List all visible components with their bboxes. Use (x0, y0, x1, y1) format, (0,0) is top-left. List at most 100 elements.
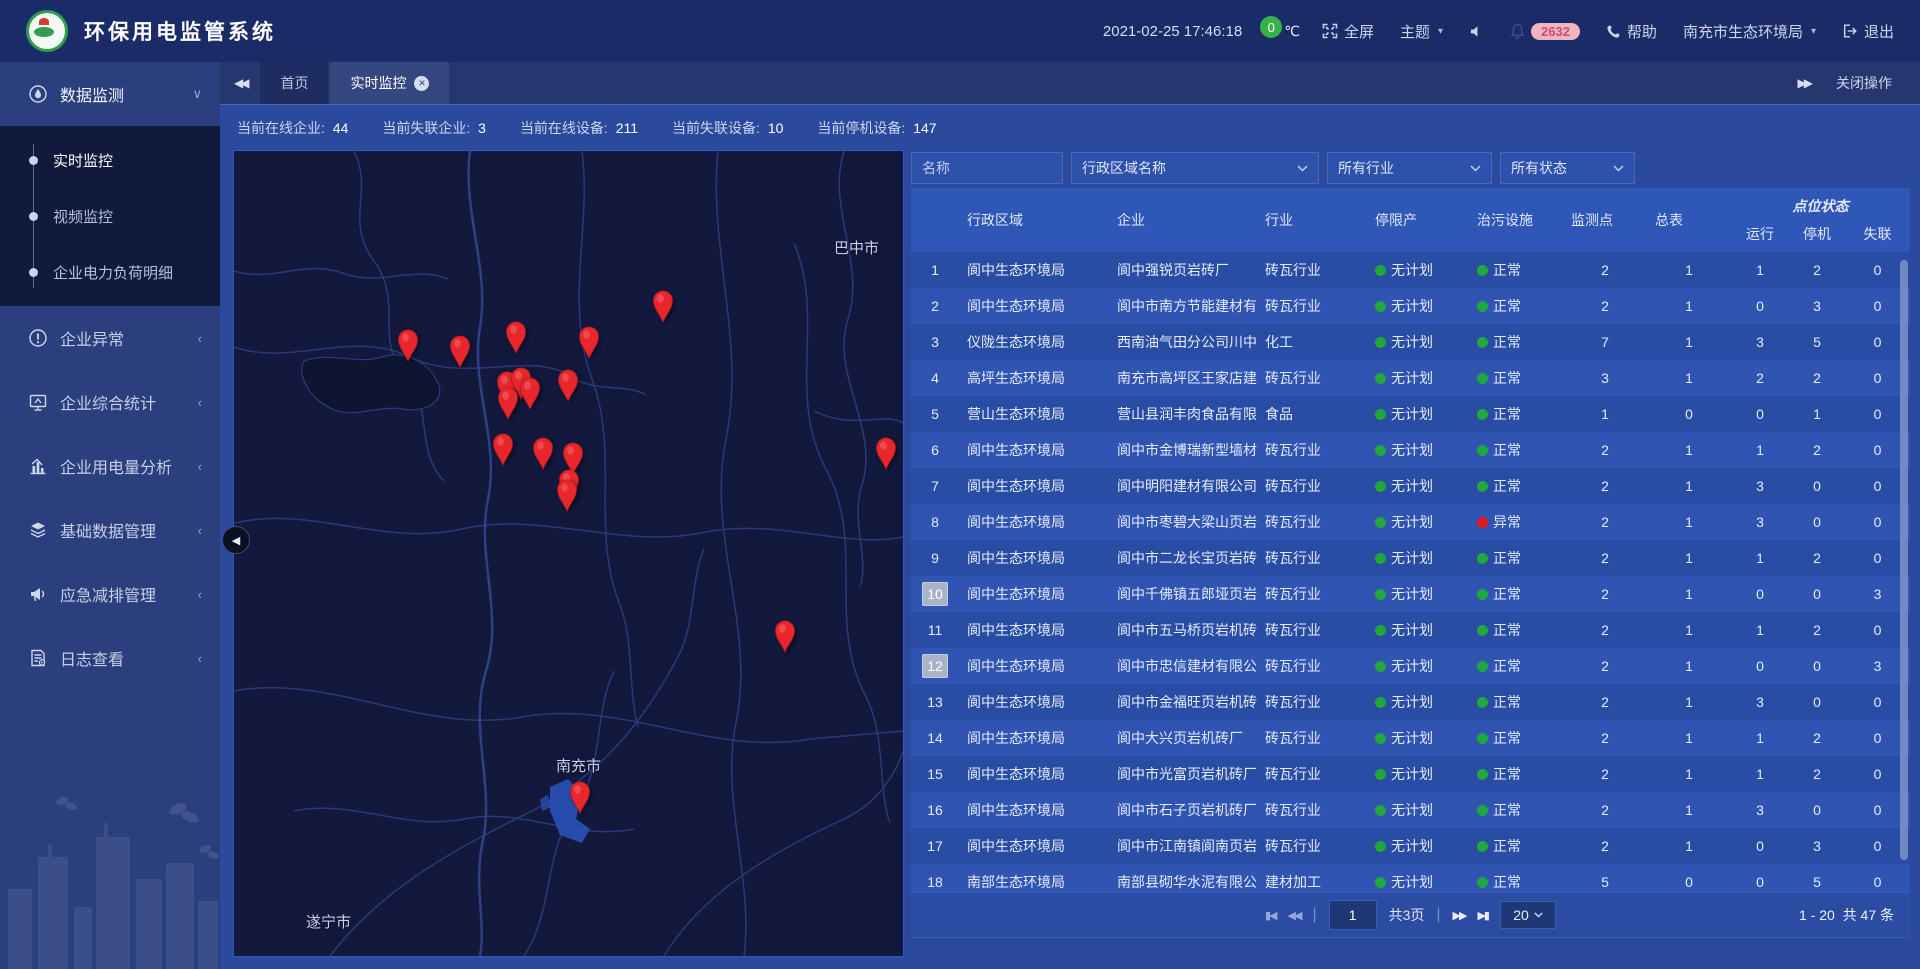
cell-treatment-status: 正常 (1493, 442, 1521, 458)
cell-company: 阆中大兴页岩机砖厂 (1109, 728, 1257, 748)
table-row[interactable]: 3 仪陇生态环境局 西南油气田分公司川中 化工 无计划 正常 7 1 3 5 0 (911, 324, 1910, 360)
sidebar-subitem[interactable]: 企业电力负荷明细 (0, 244, 220, 300)
sidebar-subitem[interactable]: 视频监控 (0, 188, 220, 244)
total-pages-label: 共3页 (1389, 905, 1425, 925)
table-row[interactable]: 16 阆中生态环境局 阆中市石子页岩机砖厂 砖瓦行业 无计划 正常 2 1 3 … (911, 792, 1910, 828)
cell-limit-status: 无计划 (1391, 298, 1433, 314)
table-row[interactable]: 9 阆中生态环境局 阆中市二龙长宝页岩砖 砖瓦行业 无计划 正常 2 1 1 2… (911, 540, 1910, 576)
cell-company: 阆中明阳建材有限公司 (1109, 476, 1257, 496)
map-marker-pin[interactable] (576, 325, 602, 359)
sidebar-group-header[interactable]: 应急减排管理 ‹ (0, 562, 220, 626)
tab-home[interactable]: 首页 (260, 62, 328, 104)
sidebar-group-header[interactable]: 企业综合统计 ‹ (0, 370, 220, 434)
logout-button[interactable]: 退出 (1842, 21, 1894, 42)
map-marker-pin[interactable] (447, 334, 473, 368)
mute-button[interactable] (1469, 24, 1484, 39)
cell-industry: 砖瓦行业 (1257, 476, 1367, 496)
treatment-status-dot (1477, 805, 1488, 816)
map-collapse-button[interactable]: ◀ (222, 526, 250, 554)
sidebar-group-header[interactable]: 日志查看 ‹ (0, 626, 220, 690)
stats-board-icon (28, 392, 48, 412)
sidebar-group-header[interactable]: 基础数据管理 ‹ (0, 498, 220, 562)
cell-treatment-status: 正常 (1493, 334, 1521, 350)
prev-page-button[interactable]: ◀◀ (1288, 909, 1301, 922)
sidebar-subitem[interactable]: 实时监控 (0, 132, 220, 188)
table-row[interactable]: 14 阆中生态环境局 阆中大兴页岩机砖厂 砖瓦行业 无计划 正常 2 1 1 2… (911, 720, 1910, 756)
map-marker-pin[interactable] (567, 780, 593, 814)
map-marker-pin[interactable] (772, 619, 798, 653)
region-select[interactable]: 行政区域名称 (1071, 152, 1319, 184)
status-select[interactable]: 所有状态 (1500, 152, 1635, 184)
map-marker-pin[interactable] (530, 436, 556, 470)
tabs-scroll-left-button[interactable]: ◀◀ (220, 62, 260, 104)
map-marker-pin[interactable] (490, 432, 516, 466)
treatment-status-dot (1477, 301, 1488, 312)
help-button[interactable]: 帮助 (1606, 21, 1657, 42)
cell-region: 阆中生态环境局 (959, 836, 1109, 856)
sidebar-group-header[interactable]: 数据监测 ∨ (0, 62, 220, 126)
page-number-input[interactable] (1329, 900, 1377, 930)
cell-meters: 1 (1647, 838, 1731, 854)
cell-points: 2 (1563, 586, 1647, 602)
bar-chart-icon (28, 456, 48, 476)
pagination-bar: ▮◀ ◀◀ | 共3页 | ▶▶ ▶▮ 20 1 - 20 共 47 条 (911, 892, 1910, 938)
limit-status-dot (1375, 877, 1386, 888)
bullet-dot-icon (29, 212, 38, 221)
map-marker-pin[interactable] (495, 386, 521, 420)
table-row[interactable]: 10 阆中生态环境局 阆中千佛镇五郎垭页岩 砖瓦行业 无计划 正常 2 1 0 … (911, 576, 1910, 612)
limit-status-dot (1375, 733, 1386, 744)
table-row[interactable]: 15 阆中生态环境局 阆中市光富页岩机砖厂 砖瓦行业 无计划 正常 2 1 1 … (911, 756, 1910, 792)
theme-menu[interactable]: 主题▾ (1400, 21, 1443, 42)
name-search-input[interactable] (911, 152, 1063, 184)
map-marker-pin[interactable] (873, 436, 899, 470)
map-marker-pin[interactable] (395, 328, 421, 362)
table-row[interactable]: 2 阆中生态环境局 阆中市南方节能建材有 砖瓦行业 无计划 正常 2 1 0 3… (911, 288, 1910, 324)
tab-close-icon[interactable]: ✕ (414, 76, 429, 91)
limit-status-dot (1375, 661, 1386, 672)
table-row[interactable]: 4 高坪生态环境局 南充市高坪区王家店建 砖瓦行业 无计划 正常 3 1 2 2… (911, 360, 1910, 396)
chevron-icon: ‹ (198, 331, 202, 346)
map-marker-pin[interactable] (554, 478, 580, 512)
map-marker-pin[interactable] (555, 368, 581, 402)
sidebar-group-header[interactable]: 企业用电量分析 ‹ (0, 434, 220, 498)
map-marker-pin[interactable] (650, 289, 676, 323)
table-row[interactable]: 11 阆中生态环境局 阆中市五马桥页岩机砖 砖瓦行业 无计划 正常 2 1 1 … (911, 612, 1910, 648)
table-row[interactable]: 12 阆中生态环境局 阆中市忠信建材有限公 砖瓦行业 无计划 正常 2 1 0 … (911, 648, 1910, 684)
table-row[interactable]: 6 阆中生态环境局 阆中市金博瑞新型墙材 砖瓦行业 无计划 正常 2 1 1 2… (911, 432, 1910, 468)
notifications[interactable]: 2632 (1510, 23, 1580, 40)
table-row[interactable]: 7 阆中生态环境局 阆中明阳建材有限公司 砖瓦行业 无计划 正常 2 1 3 0… (911, 468, 1910, 504)
industry-select[interactable]: 所有行业 (1327, 152, 1492, 184)
table-row[interactable]: 5 营山生态环境局 营山县润丰肉食品有限 食品 无计划 正常 1 0 0 1 0 (911, 396, 1910, 432)
row-index: 10 (922, 582, 948, 606)
first-page-button[interactable]: ▮◀ (1265, 909, 1276, 922)
map-panel[interactable]: 巴中市南充市遂宁市 ◀ (233, 150, 904, 957)
next-page-button[interactable]: ▶▶ (1453, 909, 1466, 922)
cell-stopped: 2 (1789, 262, 1845, 278)
table-row[interactable]: 18 南部生态环境局 南部县砌华水泥有限公 建材加工 无计划 正常 5 0 0 … (911, 864, 1910, 892)
tabs-scroll-right-button[interactable]: ▶▶ (1798, 76, 1810, 90)
page-size-select[interactable]: 20 (1500, 901, 1556, 929)
cell-stopped: 3 (1789, 838, 1845, 854)
stat-item: 当前失联设备: 10 (672, 118, 783, 138)
cell-stopped: 3 (1789, 298, 1845, 314)
map-roads-layer (234, 151, 903, 956)
sidebar-group: 基础数据管理 ‹ (0, 498, 220, 562)
table-scrollbar[interactable] (1900, 260, 1908, 860)
fullscreen-button[interactable]: 全屏 (1322, 21, 1374, 42)
table-row[interactable]: 1 阆中生态环境局 阆中强锐页岩砖厂 砖瓦行业 无计划 正常 2 1 1 2 0 (911, 252, 1910, 288)
tab-realtime-monitor[interactable]: 实时监控 ✕ (330, 62, 449, 104)
last-page-button[interactable]: ▶▮ (1477, 909, 1488, 922)
sidebar-submenu: 实时监控 视频监控 企业电力负荷明细 (0, 126, 220, 306)
close-operations-button[interactable]: 关闭操作 (1836, 73, 1892, 93)
stat-label: 当前在线设备: (520, 120, 612, 136)
sidebar-group-header[interactable]: 企业异常 ‹ (0, 306, 220, 370)
map-marker-pin[interactable] (503, 320, 529, 354)
table-row[interactable]: 17 阆中生态环境局 阆中市江南镇阆南页岩 砖瓦行业 无计划 正常 2 1 0 … (911, 828, 1910, 864)
stat-item: 当前在线设备: 211 (520, 118, 638, 138)
cell-meters: 1 (1647, 334, 1731, 350)
stat-value: 10 (768, 120, 784, 136)
table-row[interactable]: 8 阆中生态环境局 阆中市枣碧大梁山页岩 砖瓦行业 无计划 异常 2 1 3 0… (911, 504, 1910, 540)
org-menu[interactable]: 南充市生态环境局▾ (1683, 21, 1816, 42)
table-row[interactable]: 13 阆中生态环境局 阆中市金福旺页岩机砖 砖瓦行业 无计划 正常 2 1 3 … (911, 684, 1910, 720)
column-header-offline: 失联 (1845, 224, 1910, 244)
